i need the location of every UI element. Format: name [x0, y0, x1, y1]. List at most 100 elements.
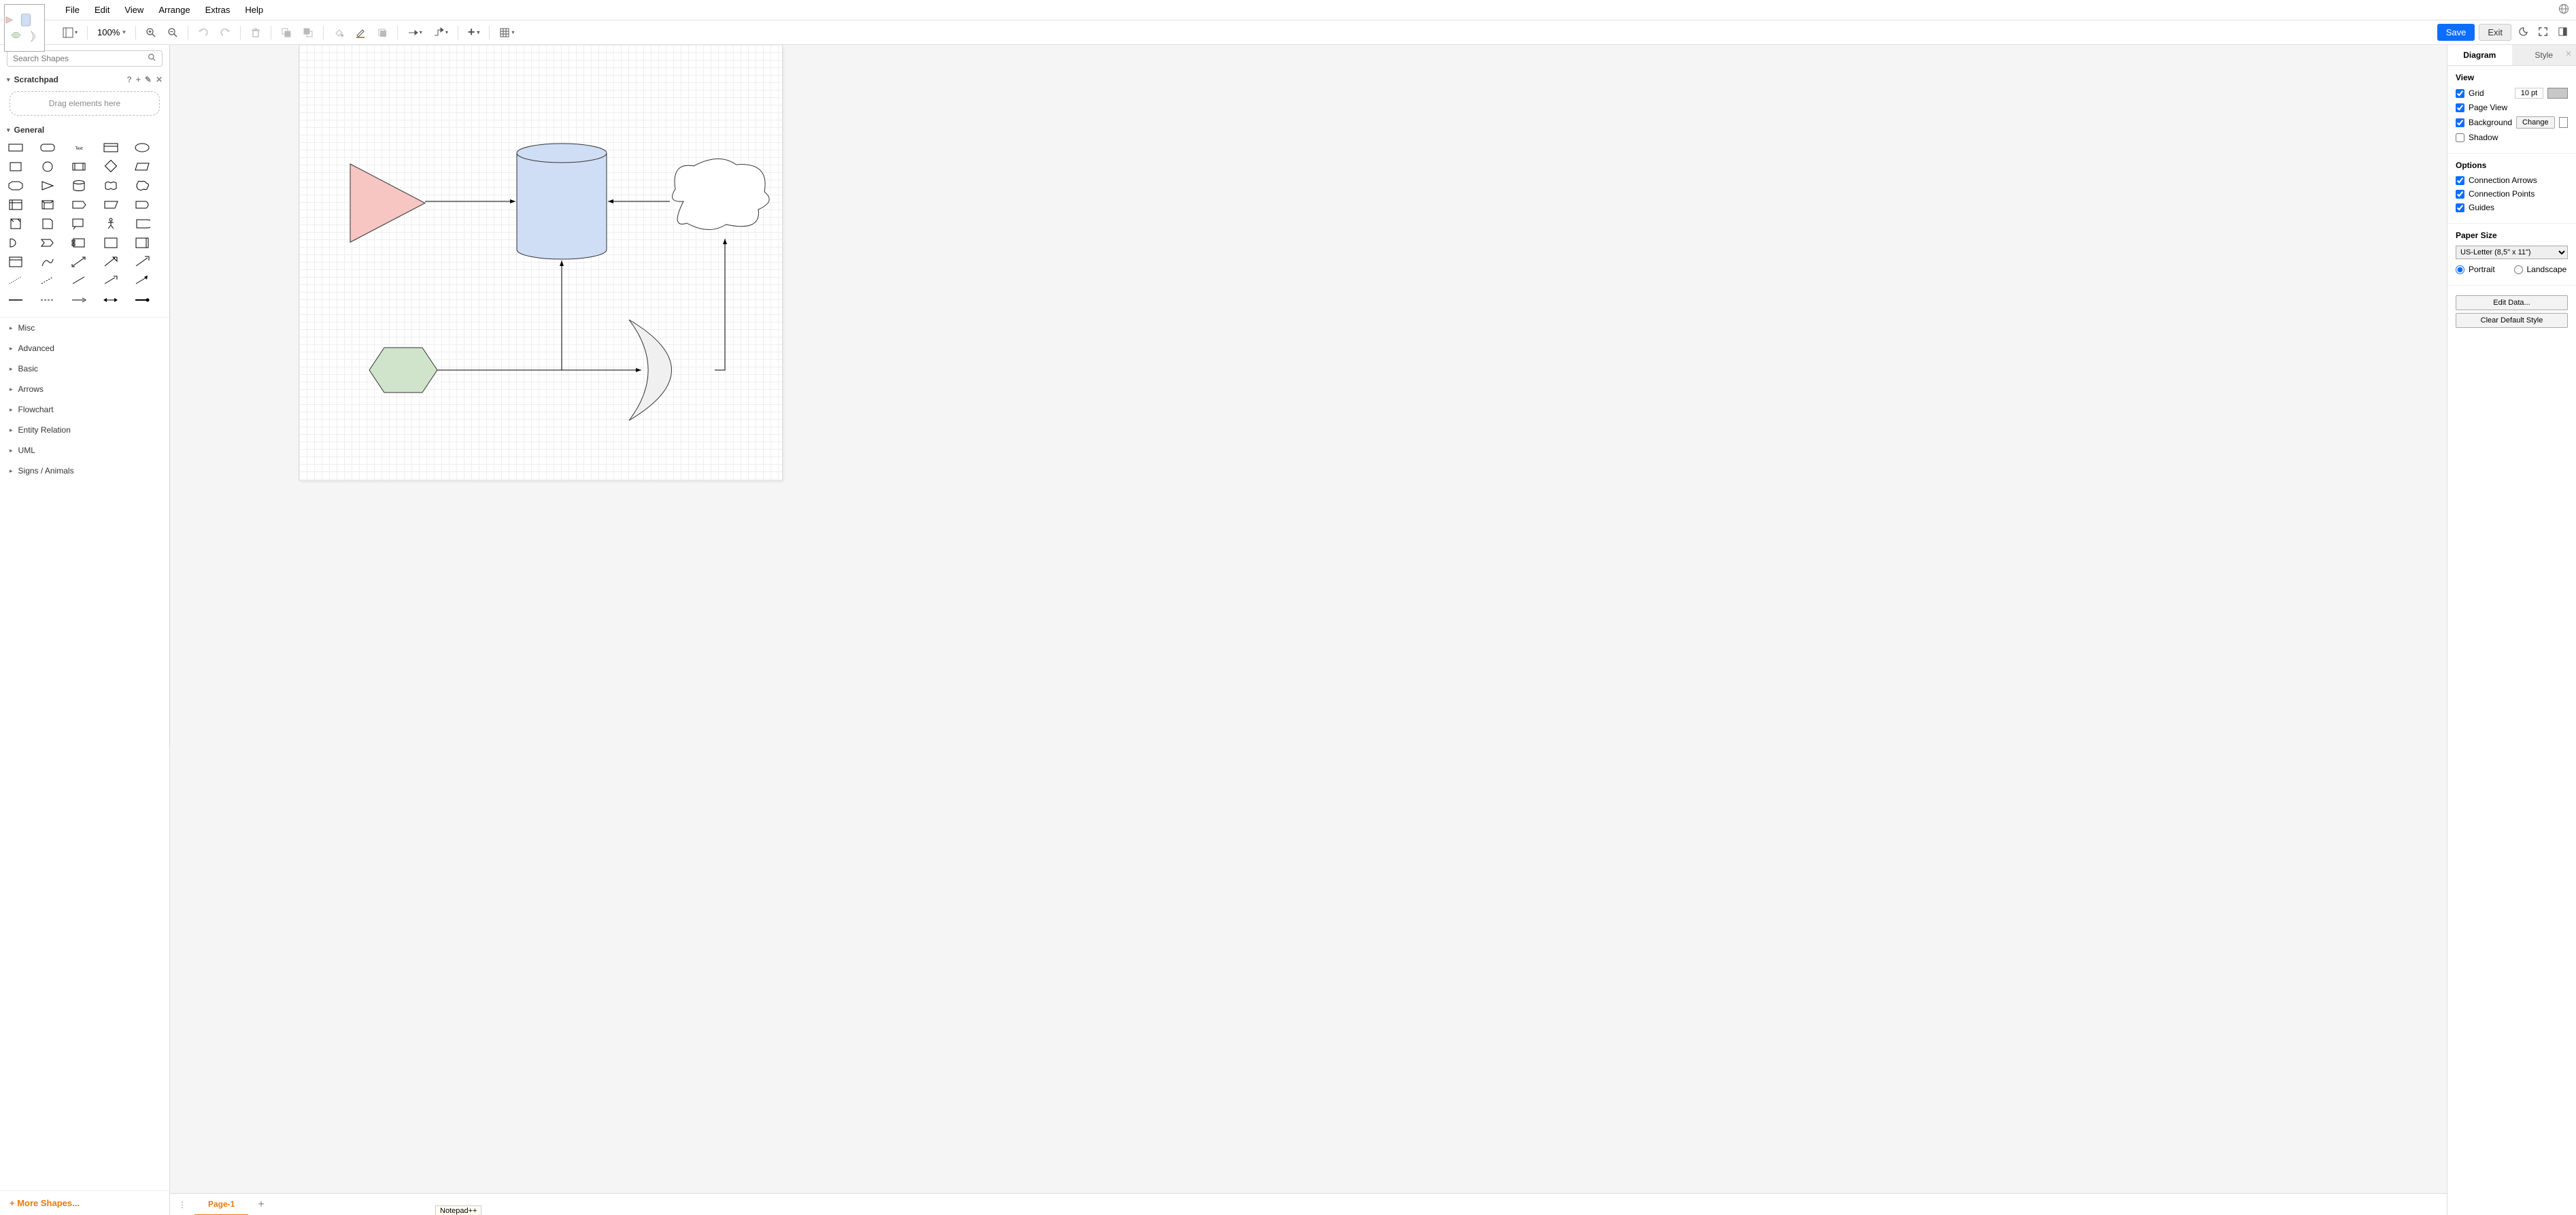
table-button[interactable]: ▾ [495, 24, 518, 41]
search-shapes-input[interactable] [7, 50, 163, 67]
canvas[interactable]: ⋮ Page-1 + Notepad++ [170, 45, 2447, 1215]
palette-shape-2[interactable]: Text [70, 140, 88, 155]
palette-shape-5[interactable] [7, 159, 24, 174]
palette-shape-4[interactable] [133, 140, 151, 155]
category-uml[interactable]: UML [0, 440, 169, 461]
guides-checkbox[interactable] [2456, 203, 2464, 212]
palette-shape-30[interactable] [7, 254, 24, 269]
scratchpad-dropzone[interactable]: Drag elements here [10, 91, 160, 116]
palette-shape-17[interactable] [70, 197, 88, 212]
menu-edit[interactable]: Edit [88, 2, 116, 18]
connection-button[interactable]: ▾ [403, 24, 426, 41]
category-basic[interactable]: Basic [0, 359, 169, 379]
view-mode-button[interactable]: ▾ [58, 24, 82, 41]
palette-shape-10[interactable] [7, 178, 24, 193]
palette-shape-24[interactable] [133, 216, 151, 231]
language-icon[interactable] [2558, 3, 2569, 18]
palette-shape-0[interactable] [7, 140, 24, 155]
shadow-checkbox[interactable] [2456, 133, 2464, 142]
menu-extras[interactable]: Extras [199, 2, 237, 18]
category-advanced[interactable]: Advanced [0, 338, 169, 359]
palette-shape-27[interactable] [70, 235, 88, 250]
palette-shape-25[interactable] [7, 235, 24, 250]
menu-view[interactable]: View [118, 2, 150, 18]
palette-shape-22[interactable] [70, 216, 88, 231]
edge-or-gate-cloud[interactable] [715, 239, 725, 370]
category-arrows[interactable]: Arrows [0, 379, 169, 399]
conn-arrows-checkbox[interactable] [2456, 176, 2464, 185]
menu-help[interactable]: Help [238, 2, 270, 18]
undo-button[interactable] [194, 24, 213, 41]
palette-shape-37[interactable] [70, 273, 88, 288]
palette-shape-39[interactable] [133, 273, 151, 288]
zoom-out-button[interactable] [163, 24, 182, 41]
redo-button[interactable] [216, 24, 235, 41]
category-flowchart[interactable]: Flowchart [0, 399, 169, 420]
palette-shape-14[interactable] [133, 178, 151, 193]
edge-hexagon-cylinder[interactable] [437, 261, 562, 370]
save-button[interactable]: Save [2437, 24, 2475, 41]
to-front-button[interactable] [277, 24, 296, 41]
page-tab-1[interactable]: Page-1 [194, 1194, 248, 1215]
palette-shape-3[interactable] [102, 140, 120, 155]
shape-triangle[interactable] [350, 164, 425, 242]
grid-size-input[interactable] [2515, 88, 2543, 99]
shadow-button[interactable] [373, 24, 392, 41]
palette-shape-7[interactable] [70, 159, 88, 174]
palette-shape-42[interactable] [70, 293, 88, 307]
palette-shape-29[interactable] [133, 235, 151, 250]
shape-cloud[interactable] [673, 159, 770, 229]
palette-shape-33[interactable] [102, 254, 120, 269]
palette-shape-26[interactable] [39, 235, 56, 250]
palette-shape-13[interactable] [102, 178, 120, 193]
scratchpad-header[interactable]: ▾ Scratchpad ? + ✎ ✕ [0, 72, 169, 87]
background-checkbox[interactable] [2456, 118, 2464, 127]
insert-button[interactable]: +▾ [464, 24, 484, 41]
palette-shape-36[interactable] [39, 273, 56, 288]
bg-color-swatch[interactable] [2559, 117, 2568, 128]
more-shapes-button[interactable]: More Shapes... [0, 1191, 169, 1215]
palette-shape-18[interactable] [102, 197, 120, 212]
shape-hexagon[interactable] [369, 348, 437, 393]
theme-icon[interactable] [2515, 27, 2531, 39]
add-page-button[interactable]: + [248, 1199, 273, 1211]
palette-shape-35[interactable] [7, 273, 24, 288]
category-signs-animals[interactable]: Signs / Animals [0, 461, 169, 481]
portrait-radio[interactable] [2456, 265, 2464, 274]
palette-shape-11[interactable] [39, 178, 56, 193]
change-bg-button[interactable]: Change [2516, 116, 2555, 129]
palette-shape-38[interactable] [102, 273, 120, 288]
category-entity-relation[interactable]: Entity Relation [0, 420, 169, 440]
palette-shape-16[interactable] [39, 197, 56, 212]
clear-default-style-button[interactable]: Clear Default Style [2456, 313, 2568, 328]
fill-color-button[interactable] [329, 24, 348, 41]
zoom-select[interactable]: 100%▾ [93, 27, 130, 37]
grid-color-swatch[interactable] [2547, 88, 2568, 99]
palette-shape-41[interactable] [39, 293, 56, 307]
menu-arrange[interactable]: Arrange [152, 2, 197, 18]
palette-shape-15[interactable] [7, 197, 24, 212]
palette-shape-12[interactable] [70, 178, 88, 193]
menu-file[interactable]: File [58, 2, 86, 18]
page-paper[interactable] [299, 45, 782, 480]
close-icon[interactable]: ✕ [156, 75, 163, 84]
help-icon[interactable]: ? [127, 75, 132, 84]
palette-shape-44[interactable] [133, 293, 151, 307]
palette-shape-31[interactable] [39, 254, 56, 269]
outline-thumbnail[interactable] [4, 4, 45, 52]
exit-button[interactable]: Exit [2479, 24, 2511, 41]
palette-shape-40[interactable] [7, 293, 24, 307]
pageview-checkbox[interactable] [2456, 103, 2464, 112]
landscape-radio[interactable] [2514, 265, 2523, 274]
format-panel-icon[interactable] [2555, 27, 2571, 39]
palette-shape-9[interactable] [133, 159, 151, 174]
line-color-button[interactable] [351, 24, 370, 41]
palette-shape-8[interactable] [102, 159, 120, 174]
general-header[interactable]: ▾ General [0, 122, 169, 137]
close-panel-icon[interactable]: ✕ [2565, 49, 2572, 59]
palette-shape-21[interactable] [39, 216, 56, 231]
delete-button[interactable] [246, 24, 265, 41]
shape-cylinder[interactable] [517, 144, 607, 259]
palette-shape-6[interactable] [39, 159, 56, 174]
palette-shape-20[interactable] [7, 216, 24, 231]
